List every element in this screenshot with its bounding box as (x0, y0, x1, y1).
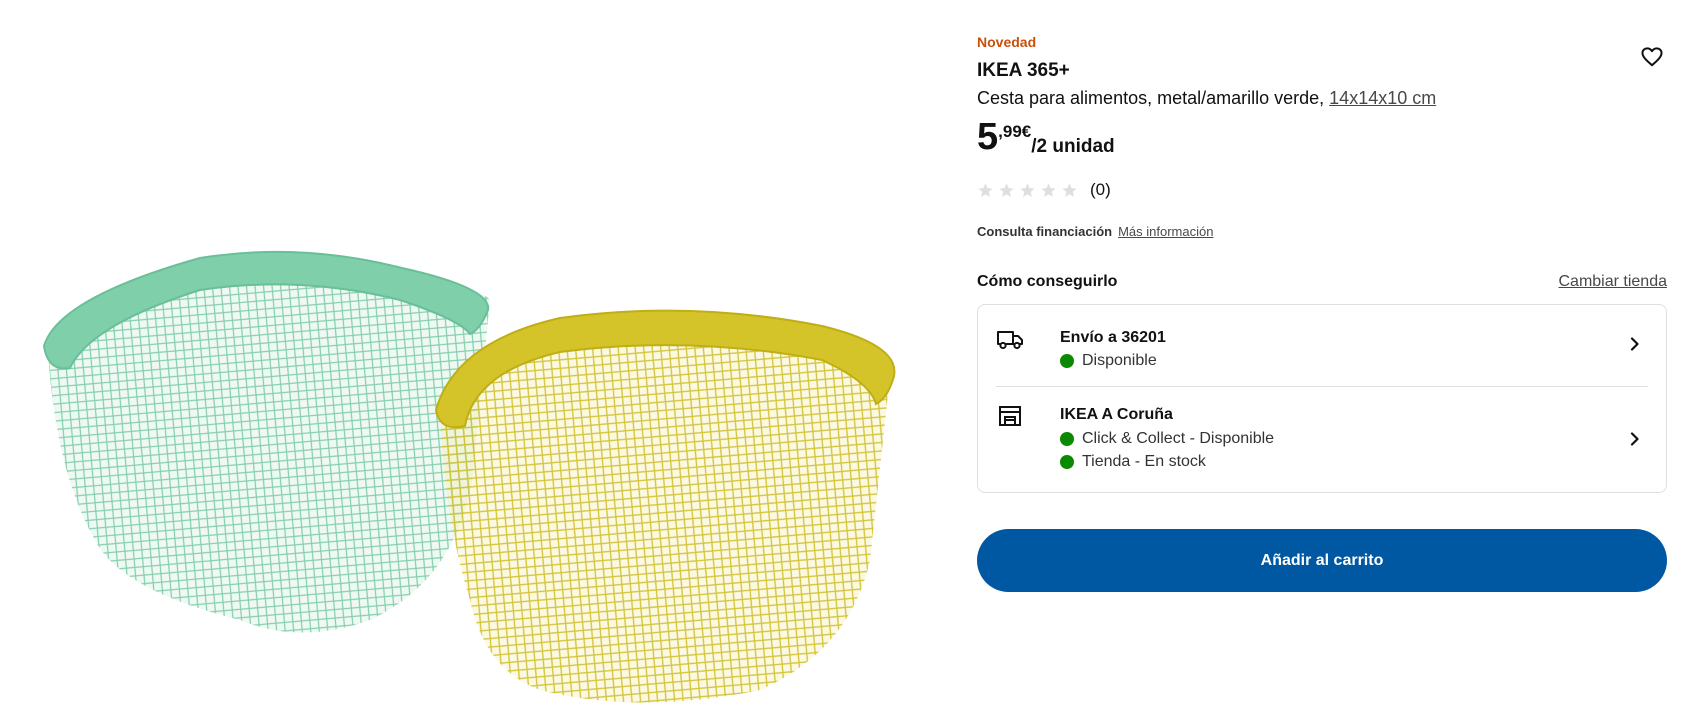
available-dot (1060, 455, 1074, 469)
product-description: Cesta para alimentos, metal/amarillo ver… (977, 88, 1436, 109)
availability-box: Envío a 36201 Disponible IKEA A Coruña C… (977, 304, 1667, 493)
financing: Consulta financiación Más información (977, 224, 1213, 239)
favorite-button[interactable] (1637, 42, 1667, 72)
rating-count: (0) (1090, 180, 1111, 199)
delivery-title: Envío a 36201 (1060, 329, 1166, 346)
chevron-right-icon (1630, 432, 1639, 446)
green-basket (42, 250, 490, 633)
chevron-right-icon (1630, 337, 1639, 351)
in-store-text: Tienda - En stock (1082, 453, 1206, 470)
product-image[interactable] (0, 0, 920, 714)
rating[interactable]: (0) (977, 180, 1111, 200)
add-to-cart-button[interactable]: Añadir al carrito (977, 529, 1667, 592)
store-row[interactable]: IKEA A Coruña Click & Collect - Disponib… (996, 400, 1648, 480)
click-collect-status: Click & Collect - Disponible (1060, 430, 1274, 448)
how-to-get-title: Cómo conseguirlo (977, 273, 1118, 290)
new-badge: Novedad (977, 34, 1037, 50)
truck-icon (997, 331, 1023, 350)
price-decimal: ,99€ (998, 122, 1032, 141)
in-store-status: Tienda - En stock (1060, 453, 1206, 471)
product-size-link[interactable]: 14x14x10 cm (1329, 88, 1436, 108)
star-icon (1062, 182, 1077, 197)
available-dot (1060, 432, 1074, 446)
delivery-status-text: Disponible (1082, 352, 1157, 369)
delivery-status: Disponible (1060, 352, 1157, 370)
product-name: IKEA 365+ (977, 60, 1070, 81)
product-info-panel: Novedad IKEA 365+ Cesta para alimentos, … (977, 0, 1667, 714)
yellow-basket (434, 309, 896, 703)
financing-more-info-link[interactable]: Más información (1118, 224, 1213, 239)
heart-icon (1641, 47, 1663, 67)
star-icon (1041, 182, 1056, 197)
available-dot (1060, 354, 1074, 368)
delivery-row[interactable]: Envío a 36201 Disponible (996, 323, 1648, 387)
store-title: IKEA A Coruña (1060, 406, 1173, 423)
click-collect-text: Click & Collect - Disponible (1082, 430, 1275, 447)
star-icon (999, 182, 1014, 197)
product-description-text: Cesta para alimentos, metal/amarillo ver… (977, 88, 1325, 108)
store-icon (999, 406, 1021, 426)
star-icon (978, 182, 993, 197)
price-unit: /2 unidad (1031, 136, 1115, 157)
star-icon (1020, 182, 1035, 197)
change-store-link[interactable]: Cambiar tienda (1559, 273, 1668, 291)
financing-label: Consulta financiación (977, 224, 1113, 239)
price-integer: 5 (977, 116, 999, 158)
product-price: 5 ,99€ /2 unidad (977, 118, 1115, 158)
